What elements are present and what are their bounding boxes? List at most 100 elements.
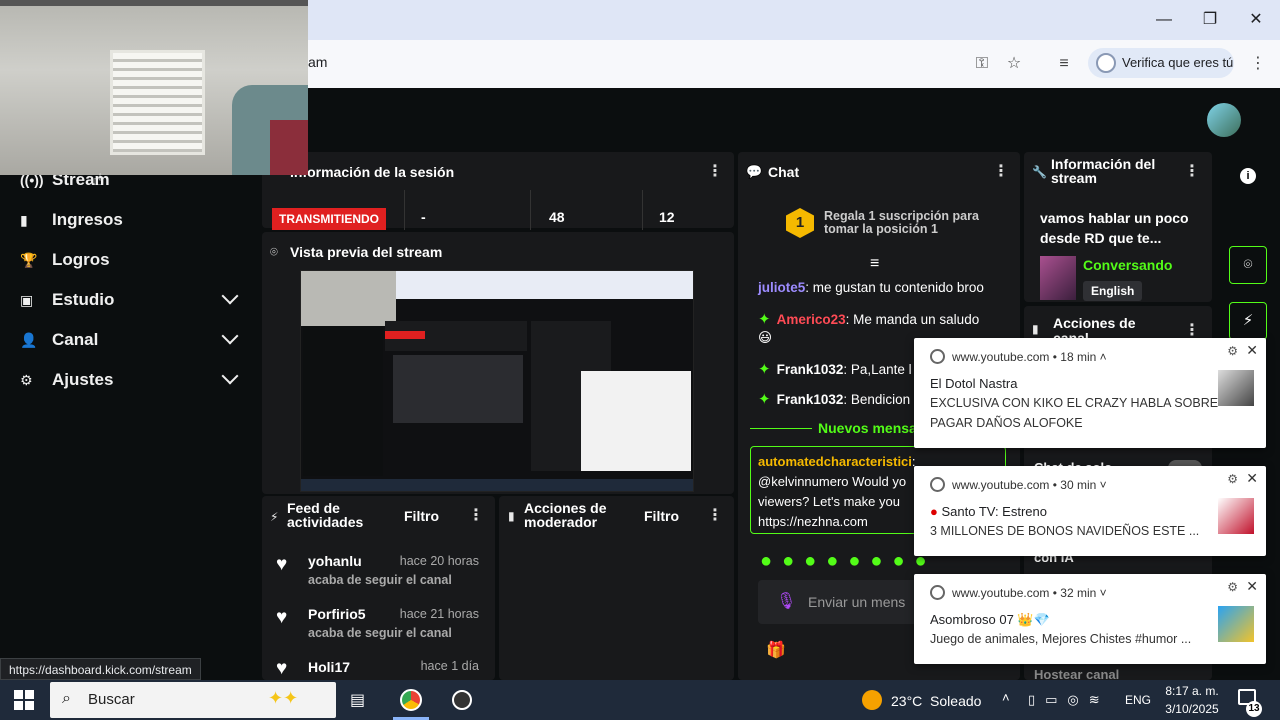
address-text: am [308, 54, 328, 70]
close-window-button[interactable]: ✕ [1236, 8, 1276, 32]
host-channel-label[interactable]: Hostear canal [1034, 667, 1119, 680]
sidebar-item-ajustes[interactable]: ⚙ Ajustes [12, 362, 244, 398]
media-control-icon[interactable]: ≡ [1052, 52, 1076, 76]
trophy-icon: 🏆 [20, 251, 38, 268]
feed-item-name[interactable]: yohanlu [308, 553, 362, 569]
chevron-down-icon [221, 287, 239, 305]
mod-filter-button[interactable]: Filtro [644, 508, 679, 524]
mod-menu-icon[interactable]: ⋮ [707, 508, 723, 524]
gift-icon[interactable]: 🎁 [766, 640, 786, 660]
stream-title: vamos hablar un poco desde RD que te... [1040, 210, 1189, 246]
preview-icon: ⌾ [270, 244, 278, 259]
notification-source: www.youtube.com • 30 min ˅ [952, 478, 1107, 492]
chrome-taskbar-icon[interactable] [400, 689, 422, 711]
category-name[interactable]: Conversando [1083, 257, 1172, 273]
close-icon[interactable]: ✕ [1246, 470, 1258, 487]
screenshot-icon[interactable]: ⌾ [1229, 246, 1267, 284]
weather-icon [862, 690, 882, 710]
language-tag: English [1083, 281, 1143, 301]
clock-date[interactable]: 3/10/2025 [1160, 702, 1224, 716]
avatar[interactable] [1207, 103, 1241, 137]
notification-thumbnail [1218, 498, 1254, 534]
close-icon[interactable]: ✕ [1246, 342, 1258, 359]
language-indicator[interactable]: ENG [1125, 693, 1151, 707]
notification-card[interactable]: www.youtube.com • 18 min ˄ ⚙ ✕ El Dotol … [914, 338, 1266, 448]
wrench-icon: 🔧 [1032, 165, 1047, 179]
feed-menu-icon[interactable]: ⋮ [468, 508, 484, 524]
chevron-up-icon[interactable]: ˄ [1002, 690, 1010, 705]
notification-body: PAGAR DAÑOS ALOFOKE [930, 416, 1083, 430]
lightning-icon: ⚡ [270, 510, 279, 524]
pinned-message-text: automatedcharacteristici: @kelvinnumero … [758, 454, 916, 529]
browser-menu-icon[interactable]: ⋮ [1246, 52, 1270, 76]
chrome-icon [930, 477, 945, 492]
obs-taskbar-icon[interactable] [452, 690, 472, 710]
chat-bubble-icon: 💬 [746, 164, 763, 179]
close-icon[interactable]: ✕ [1246, 578, 1258, 595]
chrome-icon [930, 349, 945, 364]
chat-menu-icon[interactable]: ⋮ [993, 164, 1009, 180]
minimize-button[interactable]: — [1144, 8, 1184, 32]
gift-prompt[interactable]: Regala 1 suscripción para tomar la posici… [824, 210, 979, 236]
divider [642, 190, 643, 230]
weather-text[interactable]: 23°C Soleado [891, 693, 981, 709]
task-view-icon[interactable]: ▤ [350, 690, 365, 710]
divider [530, 190, 531, 230]
mod-title: Acciones de moderador [524, 500, 607, 530]
feed-filter-button[interactable]: Filtro [404, 508, 439, 524]
feed-item-desc: acaba de seguir el canal [308, 626, 452, 640]
notification-body: Juego de animales, Mejores Chistes #humo… [930, 632, 1192, 646]
notification-source: www.youtube.com • 18 min ˄ [952, 350, 1107, 364]
chat-emoji: 😃 [758, 330, 773, 345]
sidebar-item-ingresos[interactable]: ▮ Ingresos [12, 202, 244, 238]
info-icon[interactable]: i [1240, 168, 1256, 184]
quick-action-icon[interactable]: ⚡ [1229, 302, 1267, 340]
channel-actions-menu-icon[interactable]: ⋮ [1184, 323, 1200, 339]
notification-source: www.youtube.com • 32 min ˅ [952, 586, 1107, 600]
new-messages-label[interactable]: Nuevos mensa [818, 420, 917, 436]
stream-info-title: Información del stream [1051, 156, 1156, 186]
sidebar-item-estudio[interactable]: ▣ Estudio [12, 282, 244, 318]
gear-icon[interactable]: ⚙ [1227, 472, 1238, 486]
chat-message: ✦ Americo23: Me manda un saludo [758, 311, 980, 328]
feed-title: Feed de actividades [287, 500, 364, 530]
notification-title: ● Santo TV: Estreno [930, 504, 1047, 519]
clock-time[interactable]: 8:17 a. m. [1160, 684, 1224, 698]
notification-thumbnail [1218, 606, 1254, 642]
search-icon: ⌕ [62, 690, 71, 707]
chart-icon: ▮ [20, 211, 28, 228]
emote-bar[interactable]: ●●●●●●●● [760, 550, 937, 573]
session-menu-icon[interactable]: ⋮ [707, 164, 723, 180]
windows-start-icon[interactable] [14, 690, 34, 710]
stream-info-menu-icon[interactable]: ⋮ [1184, 164, 1200, 180]
sidebar-item-logros[interactable]: 🏆 Logros [12, 242, 244, 278]
system-tray-icons[interactable]: ▯▭◎≋ [1028, 692, 1110, 708]
gear-icon[interactable]: ⚙ [1227, 580, 1238, 594]
webcam-overlay[interactable] [0, 0, 308, 175]
notification-count-badge: 13 [1246, 701, 1262, 717]
address-bar[interactable] [300, 46, 1040, 80]
og-badge-icon: ✦ [758, 361, 771, 378]
notification-card[interactable]: www.youtube.com • 30 min ˅ ⚙ ✕ ● Santo T… [914, 466, 1266, 556]
feed-item-name[interactable]: Porfirio5 [308, 606, 366, 622]
notification-card[interactable]: www.youtube.com • 32 min ˅ ⚙ ✕ Asombroso… [914, 574, 1266, 664]
collapse-icon[interactable]: ≡ [870, 255, 879, 273]
stream-preview-video[interactable] [300, 270, 694, 492]
shield-icon: ▮ [508, 509, 515, 523]
mouse-cursor: ☝ [93, 172, 103, 189]
microphone-icon[interactable]: 🎙 [776, 591, 796, 611]
restore-button[interactable]: ❐ [1190, 8, 1230, 32]
star-icon[interactable]: ☆ [1002, 52, 1026, 76]
gear-icon[interactable]: ⚙ [1227, 344, 1238, 358]
sidebar-item-canal[interactable]: 👤 Canal [12, 322, 244, 358]
feed-item-name[interactable]: Holi17 [308, 659, 350, 677]
chevron-down-icon [221, 327, 239, 345]
key-icon[interactable]: ⚿ [970, 52, 994, 76]
notification-title: Asombroso 07 👑💎 [930, 612, 1050, 627]
og-badge-icon: ✦ [758, 311, 771, 328]
feed-item-time: hace 1 día [420, 659, 479, 673]
divider [404, 190, 405, 230]
feed-item-time: hace 20 horas [399, 554, 479, 568]
chat-message: ✦ Frank1032: Bendicion [758, 391, 911, 408]
notification-body: 3 MILLONES DE BONOS NAVIDEÑOS ESTE ... [930, 524, 1200, 538]
